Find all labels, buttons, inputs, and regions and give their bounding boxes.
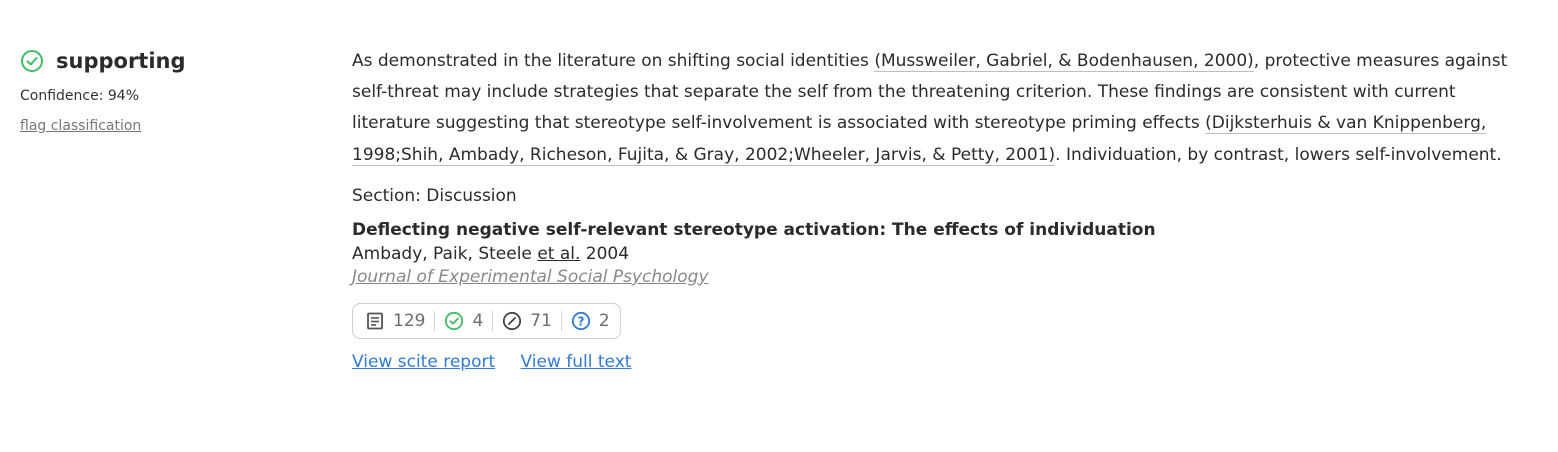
view-full-text-link[interactable]: View full text xyxy=(521,352,632,372)
paper-title: Deflecting negative self-relevant stereo… xyxy=(352,219,1156,240)
confidence-label: Confidence: 94% xyxy=(20,88,139,104)
citation-statement: As demonstrated in the literature on shi… xyxy=(352,46,1532,372)
tally-supporting-count: 4 xyxy=(472,310,484,331)
classification-label: supporting xyxy=(56,49,186,73)
tally-contrasting: ? 2 xyxy=(571,311,610,331)
citation-tally[interactable]: 129 4 71 ? 2 xyxy=(352,302,621,339)
classification-row: supporting xyxy=(20,46,320,76)
view-scite-report-link[interactable]: View scite report xyxy=(352,352,495,372)
check-circle-icon xyxy=(20,49,44,73)
section-label: Section: Discussion xyxy=(352,185,517,206)
tally-divider xyxy=(560,310,562,331)
citation-link[interactable]: (Mussweiler, Gabriel, & Bodenhausen, 200… xyxy=(874,51,1254,72)
tally-publications: 129 xyxy=(365,311,425,331)
action-links: View scite report View full text xyxy=(352,352,1532,372)
paper-authors: Ambady, Paik, Steele et al. 2004 xyxy=(352,244,1532,264)
paper-year: 2004 xyxy=(585,243,630,264)
mentioning-slash-icon xyxy=(503,311,522,330)
excerpt-text-part: . Individuation, by contrast, lowers sel… xyxy=(1055,144,1502,165)
journal-link[interactable]: Journal of Experimental Social Psycholog… xyxy=(352,267,1532,287)
excerpt-text: As demonstrated in the literature on shi… xyxy=(352,46,1532,171)
tally-supporting: 4 xyxy=(444,311,483,331)
flag-classification-link[interactable]: flag classification xyxy=(20,118,141,134)
tally-divider xyxy=(434,310,436,331)
tally-divider xyxy=(492,310,494,331)
svg-text:?: ? xyxy=(577,314,584,328)
classification-panel: supporting Confidence: 94% flag classifi… xyxy=(20,46,320,134)
tally-mentioning-count: 71 xyxy=(530,310,552,331)
tally-publications-count: 129 xyxy=(393,310,426,331)
check-circle-icon xyxy=(445,311,464,330)
authors-text: Ambady, Paik, Steele xyxy=(352,243,532,264)
citation-link[interactable]: Shih, Ambady, Richeson, Fujita, & Gray, … xyxy=(401,144,794,166)
question-circle-icon: ? xyxy=(571,311,591,330)
tally-mentioning: 71 xyxy=(502,311,552,331)
citation-link[interactable]: Wheeler, Jarvis, & Petty, 2001) xyxy=(793,144,1056,166)
et-al-link[interactable]: et al. xyxy=(537,244,580,264)
document-icon xyxy=(367,312,383,330)
excerpt-text-part: As demonstrated in the literature on shi… xyxy=(352,51,875,71)
tally-contrasting-count: 2 xyxy=(598,310,610,331)
